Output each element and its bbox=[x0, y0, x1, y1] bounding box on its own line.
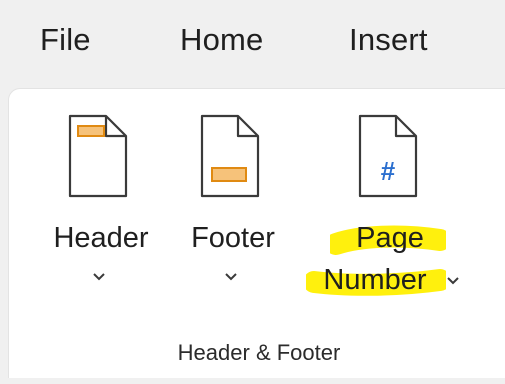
tab-home[interactable]: Home bbox=[180, 22, 264, 58]
chevron-down-icon bbox=[225, 273, 237, 281]
header-label: Header bbox=[53, 222, 149, 254]
tab-insert[interactable]: Insert bbox=[349, 22, 428, 58]
group-label: Header & Footer bbox=[177, 340, 341, 365]
chevron-down-icon bbox=[447, 277, 459, 285]
footer-label: Footer bbox=[191, 222, 275, 254]
page-number-label-line1: Page bbox=[356, 222, 424, 254]
hash-glyph: # bbox=[381, 156, 396, 186]
page-number-label-line2: Number bbox=[323, 264, 427, 296]
chevron-down-icon bbox=[93, 273, 105, 281]
header-page-icon bbox=[68, 114, 128, 198]
tab-file[interactable]: File bbox=[40, 22, 91, 58]
ribbon-bottom-gap bbox=[0, 378, 505, 384]
page-number-icon: # bbox=[358, 114, 418, 198]
menu-bar: File Home Insert bbox=[0, 0, 505, 90]
footer-page-icon bbox=[200, 114, 260, 198]
